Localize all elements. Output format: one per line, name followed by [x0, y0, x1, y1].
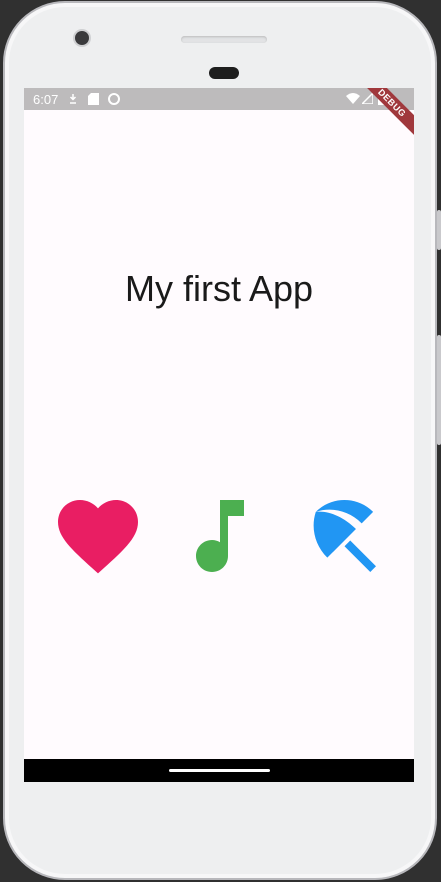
- app-body: My first App: [24, 110, 414, 759]
- volume-button[interactable]: [437, 335, 441, 445]
- navigation-bar: [24, 759, 414, 782]
- power-button[interactable]: [437, 210, 441, 250]
- front-camera: [75, 31, 89, 45]
- status-bar: 6:07: [24, 88, 414, 110]
- download-icon: [69, 94, 77, 104]
- sync-icon: [108, 93, 120, 105]
- sd-card-icon: [88, 93, 99, 105]
- signal-icon: [362, 93, 373, 104]
- home-gesture-handle[interactable]: [169, 769, 270, 772]
- beach-access-icon: [313, 500, 376, 572]
- screen: 6:07 My first App DEBUG: [24, 88, 414, 782]
- favorite-icon: [58, 500, 138, 574]
- earpiece-speaker: [181, 36, 267, 43]
- music-note-icon: [196, 500, 244, 572]
- proximity-sensor: [209, 67, 239, 79]
- status-time: 6:07: [33, 92, 59, 107]
- wifi-icon: [346, 93, 360, 104]
- page-title: My first App: [124, 268, 314, 309]
